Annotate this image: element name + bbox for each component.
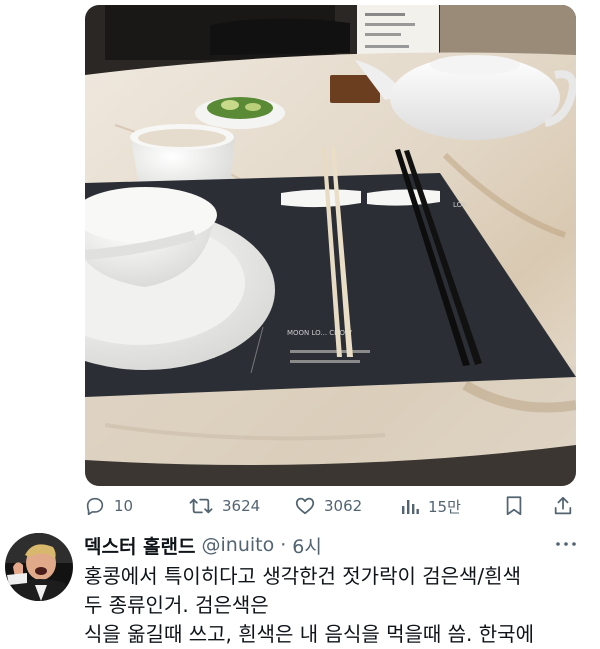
tweet-text-line: 두 종류인거. 검은색은 [84, 593, 269, 617]
placemat-text: MOON LO... CHOW [287, 329, 352, 337]
reply-button[interactable]: 10 [84, 492, 133, 520]
views-button[interactable]: 15만 [400, 492, 461, 520]
views-count: 15만 [428, 497, 461, 516]
display-name[interactable]: 덱스터 홀랜드 [84, 532, 196, 559]
tweet-text-line: 식을 옮길때 쓰고, 흰색은 내 음식을 먹을때 씀. 한국에 [84, 622, 534, 646]
placemat-brand: LOK [453, 201, 467, 209]
tweet-text-line: 홍콩에서 특이히다고 생각한건 젓가락이 검은색/흰색 [84, 564, 521, 588]
tweet-header: 덱스터 홀랜드 @inuito · 6시 [84, 531, 580, 559]
tweet-text: 홍콩에서 특이히다고 생각한건 젓가락이 검은색/흰색 두 종류인거. 검은색은… [84, 562, 594, 649]
bookmark-button[interactable] [504, 492, 524, 520]
like-button[interactable]: 3062 [294, 492, 362, 520]
retweet-count: 3624 [222, 497, 261, 515]
views-icon [402, 500, 419, 514]
like-count: 3062 [324, 497, 363, 515]
avatar[interactable] [5, 533, 73, 601]
heart-icon [295, 497, 315, 515]
handle[interactable]: @inuito [202, 534, 275, 556]
timestamp[interactable]: 6시 [292, 532, 322, 559]
share-button[interactable] [552, 492, 574, 520]
reply-icon [86, 497, 104, 516]
tweet-action-bar: 10 3624 3062 15만 [84, 492, 584, 520]
tweet-photo[interactable]: MOON LO... CHOW LOK [85, 5, 576, 486]
bookmark-icon [506, 496, 522, 516]
separator-dot: · [280, 534, 287, 556]
reply-count: 10 [114, 497, 134, 515]
share-icon [554, 496, 572, 515]
more-icon[interactable] [554, 536, 578, 552]
retweet-button[interactable]: 3624 [188, 492, 260, 520]
retweet-icon [189, 498, 213, 514]
